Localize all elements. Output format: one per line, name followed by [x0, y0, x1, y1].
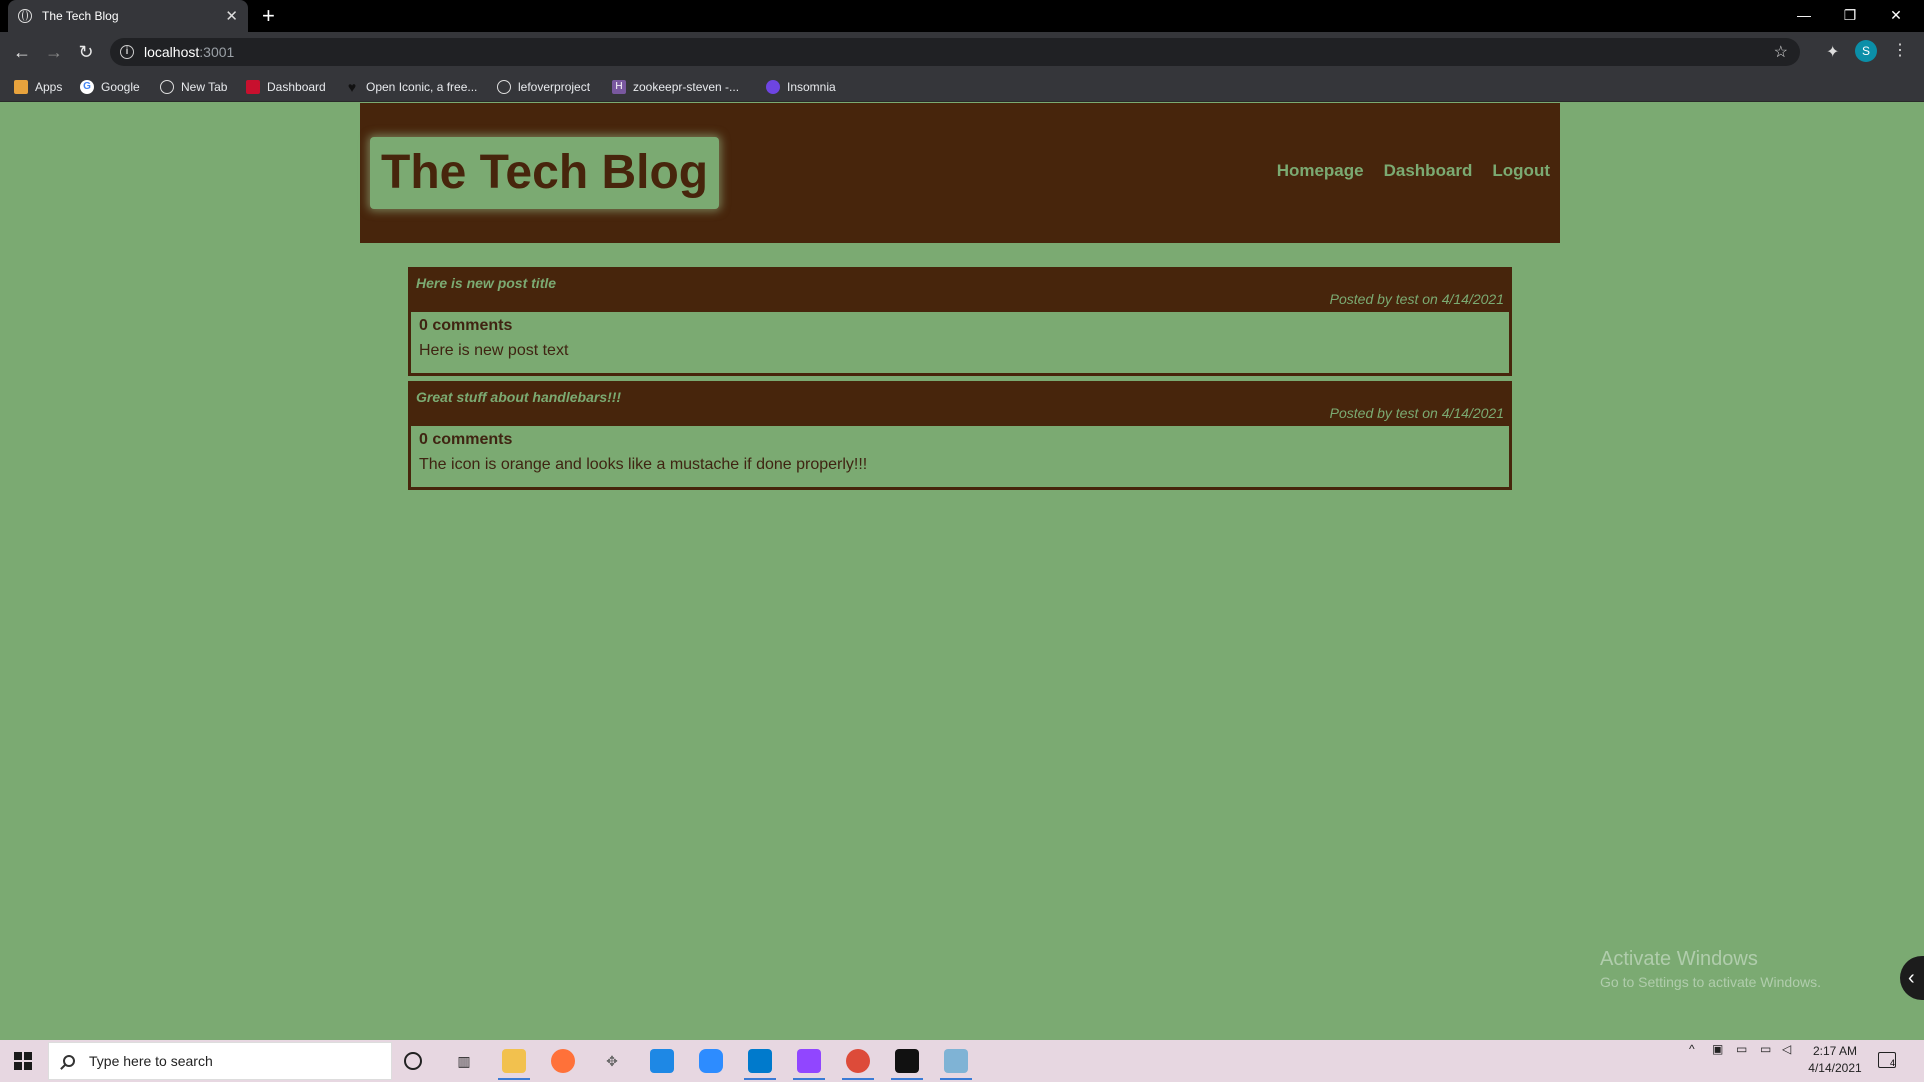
- chevron-up-icon[interactable]: ^: [1689, 1042, 1695, 1056]
- zoom-icon[interactable]: [699, 1049, 723, 1073]
- twitch-icon[interactable]: [793, 1049, 825, 1080]
- battery-icon[interactable]: ▭: [1760, 1042, 1771, 1056]
- browser-toolbar: ← → ↻ i localhost:3001 ☆ ✦ S ⋮: [0, 32, 1924, 72]
- bookmark-new-tab[interactable]: New Tab: [160, 72, 227, 102]
- site-title: The Tech Blog: [370, 137, 720, 209]
- bookmark-google[interactable]: G Google: [80, 72, 140, 102]
- dashboard-icon: [246, 80, 260, 94]
- browser-tabstrip: The Tech Blog ✕ + — ❐ ✕: [0, 0, 1924, 32]
- notepad-icon[interactable]: [940, 1049, 972, 1080]
- post-header: Here is new post title Posted by test on…: [411, 270, 1509, 312]
- restore-button[interactable]: ❐: [1827, 0, 1873, 32]
- task-view-icon[interactable]: ▥: [452, 1049, 476, 1073]
- post-meta: Posted by test on 4/14/2021: [1329, 291, 1504, 307]
- post-body: 0 comments Here is new post text: [411, 312, 1509, 373]
- globe-icon: [18, 9, 32, 23]
- chrome-icon[interactable]: [842, 1049, 874, 1080]
- bookmarks-bar: Apps G Google New Tab Dashboard ♥ Open I…: [0, 72, 1924, 102]
- windows-start-icon[interactable]: [14, 1052, 32, 1070]
- puzzle-icon[interactable]: ✦: [1826, 42, 1839, 62]
- bookmark-label: Dashboard: [267, 80, 326, 94]
- taskbar-clock[interactable]: 2:17 AM 4/14/2021: [1800, 1043, 1870, 1077]
- bookmark-open-iconic[interactable]: ♥ Open Iconic, a free...: [345, 72, 478, 102]
- bookmark-label: zookeepr-steven -...: [633, 80, 740, 94]
- site-header: The Tech Blog Homepage Dashboard Logout: [360, 103, 1560, 243]
- bookmark-insomnia[interactable]: Insomnia: [766, 72, 836, 102]
- bookmark-lefoverproject[interactable]: lefoverproject: [497, 72, 590, 102]
- post-comments-count: 0 comments: [419, 431, 513, 448]
- file-explorer-icon[interactable]: [498, 1049, 530, 1080]
- address-bar[interactable]: i localhost:3001 ☆: [110, 38, 1800, 66]
- url-port: :3001: [199, 44, 235, 60]
- activate-windows-watermark: Activate Windows Go to Settings to activ…: [1600, 948, 1821, 990]
- notification-count: 4: [1889, 1058, 1895, 1068]
- taskbar-search-placeholder: Type here to search: [89, 1053, 213, 1069]
- search-icon: [63, 1055, 75, 1067]
- post-title[interactable]: Here is new post title: [416, 275, 556, 291]
- taskbar-search[interactable]: Type here to search: [48, 1042, 392, 1080]
- bookmark-dashboard[interactable]: Dashboard: [246, 72, 326, 102]
- post-text: The icon is orange and looks like a must…: [419, 456, 868, 473]
- post-comments-count: 0 comments: [419, 317, 513, 334]
- post-header: Great stuff about handlebars!!! Posted b…: [411, 384, 1509, 426]
- volume-icon[interactable]: ◁: [1782, 1042, 1791, 1056]
- site-nav: Homepage Dashboard Logout: [1277, 161, 1550, 181]
- bookmark-label: Google: [101, 80, 140, 94]
- chevron-left-icon[interactable]: ‹: [1900, 956, 1924, 1000]
- tab-close-icon[interactable]: ✕: [225, 7, 238, 25]
- network-icon[interactable]: ▭: [1736, 1042, 1747, 1056]
- clock-date: 4/14/2021: [1808, 1061, 1862, 1075]
- globe-icon: [160, 80, 174, 94]
- clock-time: 2:17 AM: [1812, 1044, 1858, 1058]
- reload-button[interactable]: ↻: [75, 42, 97, 62]
- post-card[interactable]: Great stuff about handlebars!!! Posted b…: [408, 381, 1512, 490]
- insomnia-icon: [766, 80, 780, 94]
- apps-grid-icon: [14, 80, 28, 94]
- terminal-icon[interactable]: [891, 1049, 923, 1080]
- bookmark-label: Insomnia: [787, 80, 836, 94]
- bookmark-label: Open Iconic, a free...: [366, 80, 478, 94]
- heart-icon: ♥: [347, 79, 357, 95]
- post-title[interactable]: Great stuff about handlebars!!!: [416, 389, 621, 405]
- forward-button[interactable]: →: [43, 42, 65, 62]
- device-icon[interactable]: ▣: [1712, 1042, 1723, 1056]
- google-icon: G: [80, 80, 94, 94]
- post-body: 0 comments The icon is orange and looks …: [411, 426, 1509, 487]
- bookmark-star-icon[interactable]: ☆: [1774, 42, 1788, 62]
- cortana-icon[interactable]: [404, 1052, 422, 1070]
- post-meta: Posted by test on 4/14/2021: [1329, 405, 1504, 421]
- back-button[interactable]: ←: [11, 42, 33, 62]
- store-icon[interactable]: [650, 1049, 674, 1073]
- vscode-icon[interactable]: [744, 1049, 776, 1080]
- watermark-title: Activate Windows: [1600, 948, 1758, 970]
- info-icon[interactable]: i: [120, 45, 134, 59]
- watermark-subtitle: Go to Settings to activate Windows.: [1600, 974, 1821, 990]
- nav-homepage-link[interactable]: Homepage: [1277, 161, 1364, 181]
- close-window-button[interactable]: ✕: [1873, 0, 1919, 32]
- globe-icon: [497, 80, 511, 94]
- menu-kebab-icon[interactable]: ⋮: [1892, 40, 1908, 60]
- windows-taskbar: Type here to search ▥ ✥: [0, 1040, 1924, 1082]
- bookmark-label: lefoverproject: [518, 80, 591, 94]
- new-tab-button[interactable]: +: [262, 4, 275, 28]
- nav-dashboard-link[interactable]: Dashboard: [1384, 161, 1473, 181]
- post-text: Here is new post text: [419, 342, 569, 359]
- firefox-icon[interactable]: [551, 1049, 575, 1073]
- tab-title: The Tech Blog: [42, 9, 119, 23]
- game-controller-icon[interactable]: ✥: [600, 1049, 624, 1073]
- heroku-icon: H: [612, 80, 626, 94]
- browser-tab[interactable]: The Tech Blog ✕: [8, 0, 248, 32]
- bookmark-label: Apps: [35, 80, 63, 94]
- url-host: localhost: [144, 44, 200, 60]
- bookmark-zookeepr[interactable]: H zookeepr-steven -...: [612, 72, 739, 102]
- post-card[interactable]: Here is new post title Posted by test on…: [408, 267, 1512, 376]
- bookmark-label: New Tab: [181, 80, 228, 94]
- profile-avatar[interactable]: S: [1855, 40, 1877, 62]
- notification-center-icon[interactable]: 4: [1878, 1052, 1896, 1068]
- bookmark-apps[interactable]: Apps: [14, 72, 62, 102]
- minimize-button[interactable]: —: [1781, 0, 1827, 32]
- nav-logout-link[interactable]: Logout: [1492, 161, 1550, 181]
